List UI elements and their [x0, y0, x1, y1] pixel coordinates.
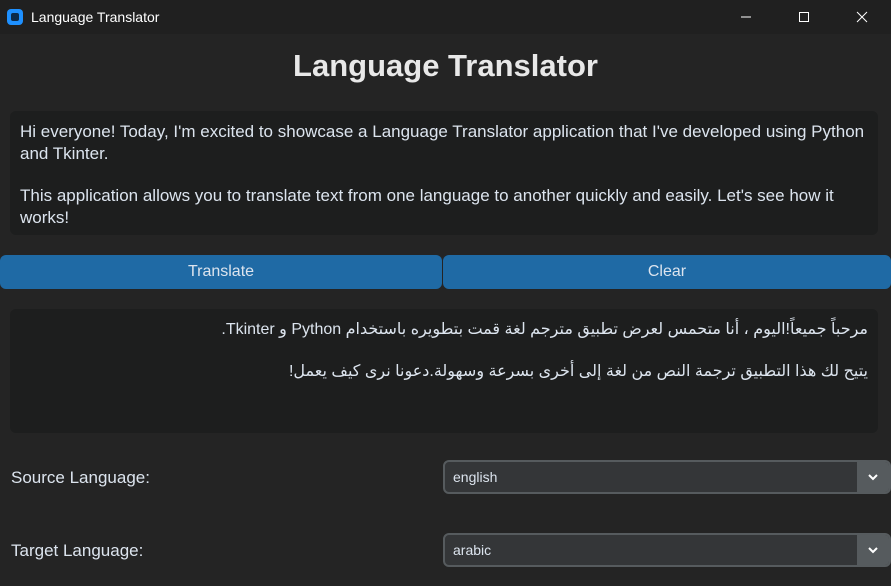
translated-text-paragraph: مرحباً جميعاً!اليوم ، أنا متحمس لعرض تطب… — [221, 321, 868, 338]
translated-text-output[interactable]: مرحباً جميعاً!اليوم ، أنا متحمس لعرض تطب… — [10, 309, 878, 433]
close-button[interactable] — [833, 0, 891, 34]
target-language-label: Target Language: — [11, 541, 144, 560]
target-language-dropdown[interactable]: arabic — [443, 533, 891, 567]
app-window: Language Translator Language Translator — [0, 0, 891, 586]
source-text-paragraph: Hi everyone! Today, I'm excited to showc… — [20, 122, 865, 163]
app-icon — [7, 9, 23, 25]
source-language-value: english — [453, 469, 498, 485]
translate-button[interactable]: Translate — [0, 255, 442, 289]
title-bar: Language Translator — [0, 0, 891, 34]
translated-text-paragraph: يتيح لك هذا التطبيق ترجمة النص من لغة إل… — [288, 363, 868, 380]
source-dropdown-button[interactable] — [857, 462, 889, 492]
chevron-down-icon — [868, 547, 878, 554]
target-language-value: arabic — [453, 542, 492, 558]
source-language-dropdown[interactable]: english — [443, 460, 891, 494]
chevron-down-icon — [868, 474, 878, 481]
window-title: Language Translator — [31, 9, 160, 25]
maximize-button[interactable] — [775, 0, 833, 34]
minimize-button[interactable] — [717, 0, 775, 34]
source-text-input[interactable]: Hi everyone! Today, I'm excited to showc… — [10, 111, 878, 235]
maximize-icon — [799, 12, 809, 22]
source-language-label: Source Language: — [11, 468, 150, 487]
target-dropdown-button[interactable] — [857, 535, 889, 565]
page-title: Language Translator — [293, 48, 598, 83]
close-icon — [856, 11, 868, 23]
minimize-icon — [741, 16, 751, 18]
source-text-paragraph: This application allows you to translate… — [20, 186, 834, 227]
window-controls — [717, 0, 891, 34]
clear-button[interactable]: Clear — [443, 255, 891, 289]
